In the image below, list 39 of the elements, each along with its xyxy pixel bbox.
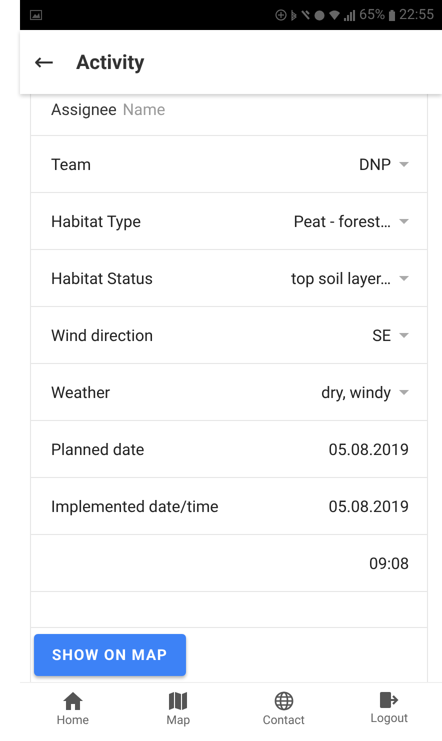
- battery-icon: [389, 10, 396, 20]
- nav-item[interactable]: Contact: [238, 683, 329, 741]
- time-field[interactable]: 09:08: [369, 554, 409, 572]
- clock: 22:55: [399, 7, 434, 23]
- dropdown[interactable]: top soil layer…: [291, 268, 409, 288]
- dropdown[interactable]: Peat - forest…: [294, 212, 409, 230]
- image-icon: [30, 10, 42, 20]
- battery-percentage: 65%: [359, 7, 386, 23]
- nav-item[interactable]: Map: [133, 683, 224, 741]
- dropdown[interactable]: SE: [372, 326, 409, 344]
- date-field[interactable]: 05.08.2019: [328, 440, 409, 458]
- nav-item[interactable]: Logout: [344, 683, 434, 741]
- caret-icon: [399, 332, 409, 338]
- house-icon: [62, 691, 84, 711]
- wifi-icon: [329, 10, 340, 20]
- field-label: Planned date: [51, 440, 144, 458]
- field-label: Habitat Status: [51, 268, 153, 288]
- map-icon: [168, 691, 188, 711]
- field-label: Habitat Type: [51, 212, 141, 230]
- field-label: Wind direction: [51, 326, 154, 344]
- dropdown[interactable]: DNP: [358, 154, 409, 174]
- field-label: Team: [51, 154, 91, 174]
- back-button[interactable]: ←: [20, 48, 70, 76]
- globe-icon: [274, 691, 294, 711]
- page-title: Activity: [76, 50, 144, 74]
- caret-icon: [399, 218, 409, 224]
- field-label: Assignee: [51, 100, 117, 119]
- caret-icon: [399, 162, 409, 166]
- dropdown[interactable]: dry, windy: [321, 382, 409, 402]
- logout-icon: [379, 691, 400, 709]
- nav-item[interactable]: Home: [28, 683, 118, 741]
- caret-icon: [399, 390, 409, 394]
- show-on-map-button[interactable]: SHOW ON MAP: [34, 634, 186, 676]
- field-label: Weather: [51, 382, 110, 402]
- signal-icon: [344, 10, 356, 20]
- field-label: Implemented date/time: [51, 496, 218, 516]
- date-field[interactable]: 05.08.2019: [328, 496, 409, 516]
- bluetooth-icon: [291, 9, 298, 21]
- caret-icon: [399, 276, 409, 280]
